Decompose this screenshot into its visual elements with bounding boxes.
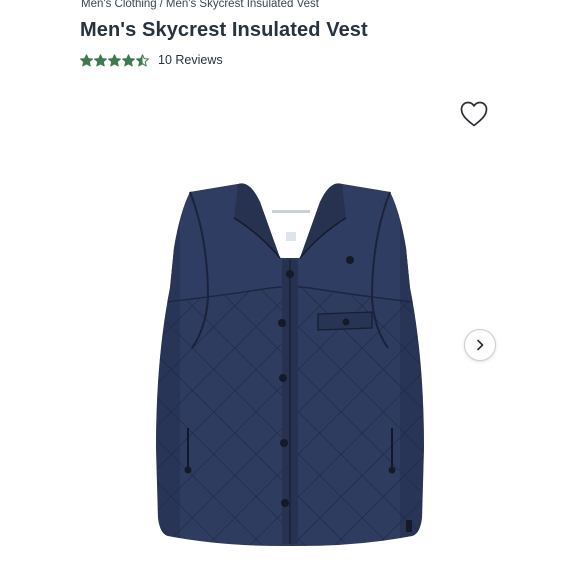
breadcrumb: Men's Clothing / Men's Skycrest Insulated … — [81, 0, 319, 10]
page-title: Men's Skycrest Insulated Vest — [80, 19, 368, 41]
star-full-icon — [80, 53, 93, 66]
wishlist-button[interactable] — [458, 98, 490, 130]
heart-icon — [460, 101, 488, 127]
breadcrumb-separator: / — [159, 0, 163, 10]
rating-stars[interactable] — [80, 53, 149, 67]
star-half-icon — [136, 53, 149, 66]
breadcrumb-link-mens-clothing[interactable]: Men's Clothing — [81, 0, 157, 10]
star-full-icon — [122, 53, 135, 66]
reviews-link[interactable]: 10 Reviews — [158, 53, 223, 67]
product-image[interactable] — [150, 178, 430, 580]
star-full-icon — [94, 53, 107, 66]
breadcrumb-link-current-product[interactable]: Men's Skycrest Insulated Vest — [166, 0, 319, 10]
chevron-right-icon — [477, 339, 484, 351]
star-full-icon — [108, 53, 121, 66]
product-rating: 10 Reviews — [80, 52, 223, 68]
next-image-button[interactable] — [464, 329, 496, 361]
